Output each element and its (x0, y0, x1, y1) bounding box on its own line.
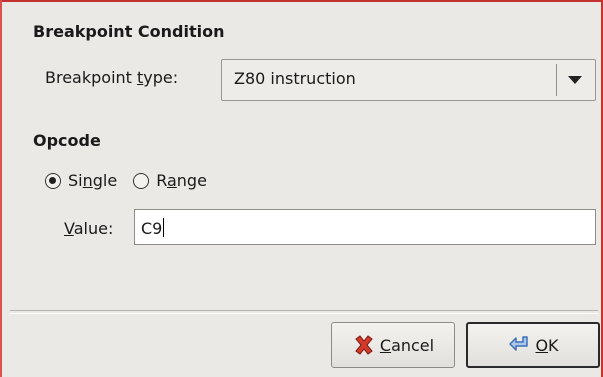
window-border-top (0, 0, 603, 2)
range-radio-label[interactable]: Range (156, 171, 207, 190)
value-label: Value: (64, 219, 113, 238)
breakpoint-type-label: Breakpoint type: (45, 68, 178, 87)
single-label-suffix: gle (92, 171, 118, 190)
single-radio[interactable] (45, 172, 61, 189)
value-label-rest: alue: (73, 219, 114, 238)
value-label-mnemonic: V (64, 219, 74, 238)
cancel-button[interactable]: Cancel (331, 322, 455, 368)
range-radio[interactable] (133, 172, 150, 189)
window-border-left (0, 0, 2, 377)
ok-label-rest: K (548, 335, 559, 355)
single-label-mnemonic: n (82, 171, 93, 190)
opcode-mode-group: Single Range (45, 171, 207, 190)
cancel-label-rest: ancel (391, 335, 435, 355)
breakpoint-type-label-prefix: Breakpoint (45, 68, 138, 87)
cancel-x-icon (355, 335, 373, 355)
range-label-suffix: nge (176, 171, 207, 190)
button-area-separator (10, 310, 598, 314)
single-label-prefix: Si (68, 171, 83, 190)
text-caret (163, 218, 165, 237)
breakpoint-type-selected: Z80 instruction (234, 69, 356, 88)
value-input[interactable]: C9 (134, 209, 596, 245)
value-input-text: C9 (141, 218, 165, 238)
range-label-mnemonic: a (166, 171, 177, 190)
single-radio-label[interactable]: Single (68, 171, 117, 190)
cancel-label-mnemonic: C (379, 335, 392, 355)
range-label-prefix: R (156, 171, 167, 190)
breakpoint-condition-heading: Breakpoint Condition (33, 22, 225, 41)
dropdown-separator (556, 64, 557, 96)
ok-button[interactable]: OK (466, 322, 600, 368)
cancel-button-label: Cancel (380, 336, 434, 355)
breakpoint-type-dropdown[interactable]: Z80 instruction (221, 59, 596, 101)
ok-button-label: OK (535, 336, 558, 355)
opcode-heading: Opcode (33, 131, 101, 150)
breakpoint-condition-dialog: Breakpoint Condition Breakpoint type: Z8… (0, 0, 603, 377)
breakpoint-type-label-suffix: ype: (143, 68, 179, 87)
chevron-down-icon[interactable] (568, 76, 582, 84)
ok-label-mnemonic: O (535, 335, 549, 355)
ok-arrow-icon (509, 336, 529, 351)
value-input-value: C9 (141, 219, 163, 238)
